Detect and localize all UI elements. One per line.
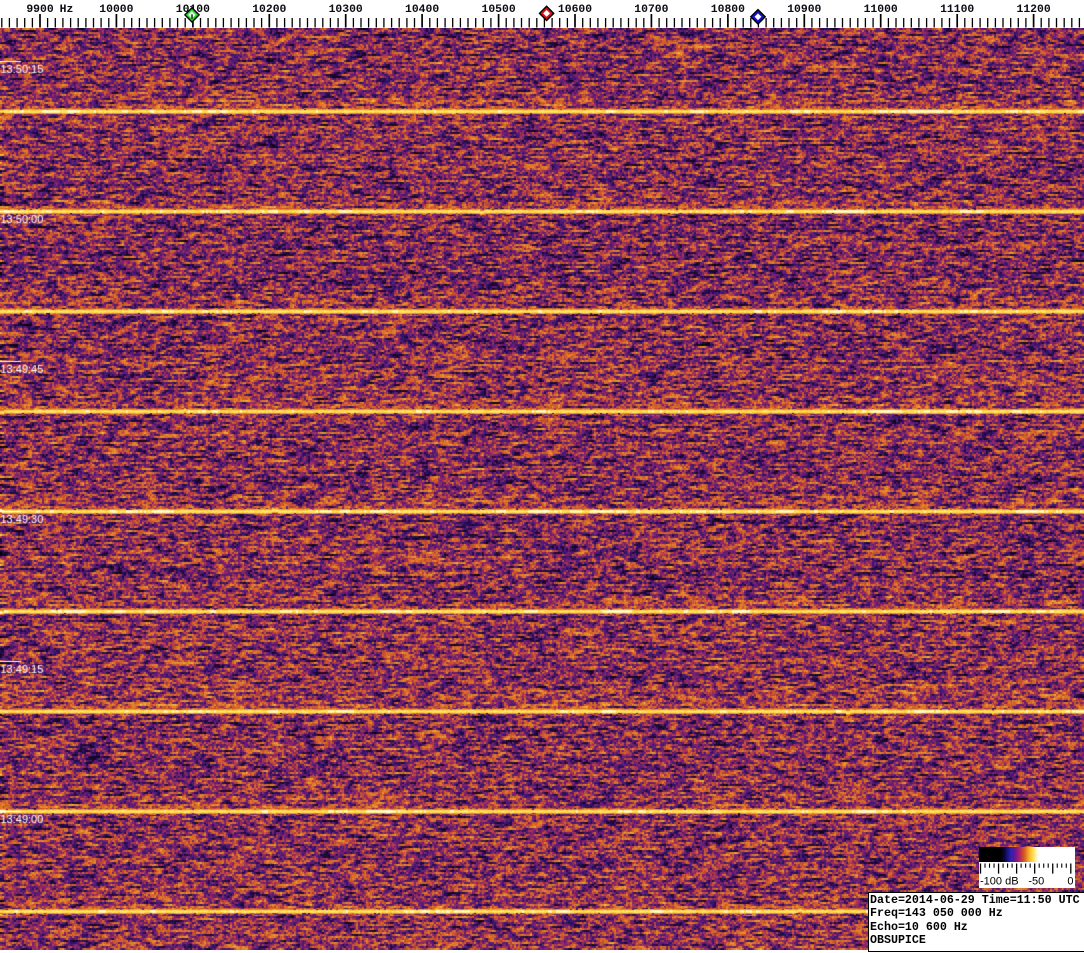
svg-text:10800: 10800 bbox=[711, 4, 745, 16]
svg-text:10500: 10500 bbox=[482, 4, 516, 16]
svg-text:10700: 10700 bbox=[634, 4, 668, 16]
svg-text:0: 0 bbox=[1067, 876, 1073, 888]
svg-text:11200: 11200 bbox=[1017, 4, 1051, 16]
svg-text:11100: 11100 bbox=[940, 4, 974, 16]
svg-text:-50: -50 bbox=[1028, 876, 1044, 888]
svg-text:10600: 10600 bbox=[558, 4, 592, 16]
svg-text:10200: 10200 bbox=[252, 4, 286, 16]
svg-text:-100 dB: -100 dB bbox=[980, 876, 1019, 888]
svg-text:10000: 10000 bbox=[99, 4, 133, 16]
svg-text:10400: 10400 bbox=[405, 4, 439, 16]
svg-text:9900: 9900 bbox=[26, 4, 54, 16]
svg-text:11000: 11000 bbox=[864, 4, 898, 16]
svg-text:10300: 10300 bbox=[329, 4, 363, 16]
svg-text:10900: 10900 bbox=[787, 4, 821, 16]
svg-text:Hz: Hz bbox=[60, 4, 74, 16]
